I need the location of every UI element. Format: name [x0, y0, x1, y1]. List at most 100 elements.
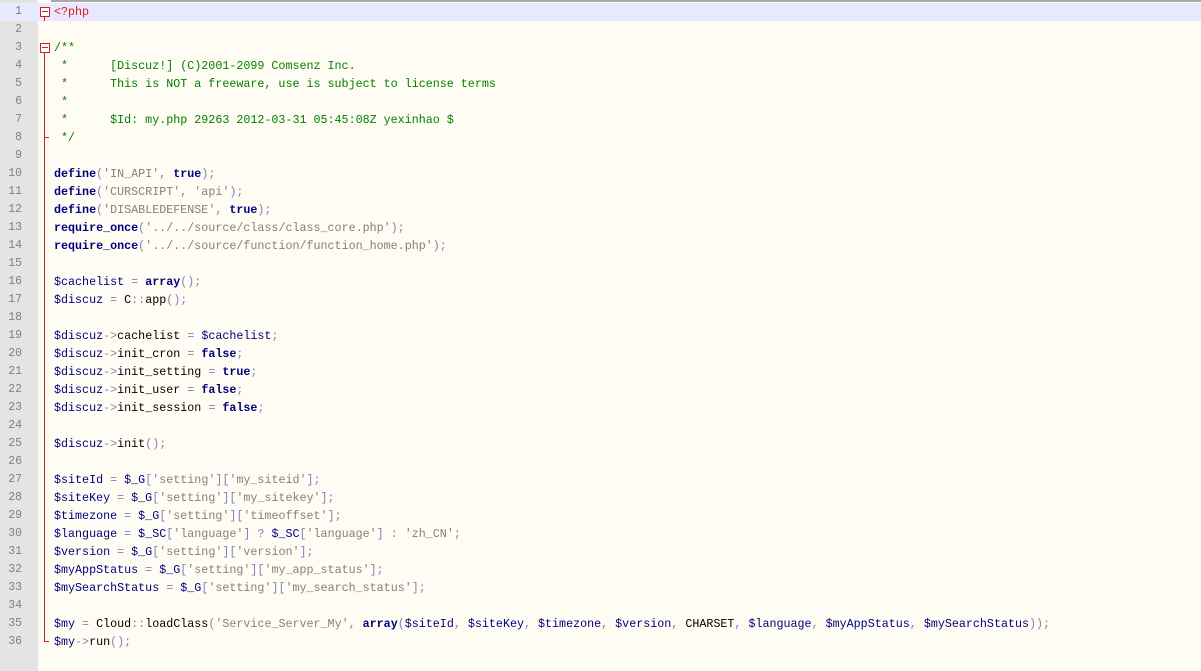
code-token: 'IN_API' [103, 167, 160, 181]
line-number: 10 [8, 167, 22, 180]
code-token: * $Id: my.php 29263 2012-03-31 05:45:08Z… [54, 113, 454, 127]
code-line[interactable]: 23 $discuz->init_session = false; [0, 399, 1201, 417]
code-text[interactable]: $cachelist = array(); [54, 273, 201, 291]
code-token: = [110, 491, 132, 505]
code-line[interactable]: 15 [0, 255, 1201, 273]
line-number: 30 [8, 527, 22, 540]
code-line[interactable]: 27 $siteId = $_G['setting']['my_siteid']; [0, 471, 1201, 489]
fold-collapse-icon[interactable] [40, 7, 50, 17]
code-text[interactable]: /** [54, 39, 75, 57]
fold-guide-line [44, 345, 45, 363]
line-number: 36 [8, 635, 22, 648]
code-text[interactable]: define('CURSCRIPT', 'api'); [54, 183, 243, 201]
code-line[interactable]: 7 * $Id: my.php 29263 2012-03-31 05:45:0… [0, 111, 1201, 129]
code-line[interactable]: 31 $version = $_G['setting']['version']; [0, 543, 1201, 561]
line-number: 15 [8, 257, 22, 270]
code-token: require_once [54, 239, 139, 253]
code-text[interactable]: require_once('../../source/function/func… [54, 237, 447, 255]
code-token: loadClass [145, 617, 209, 631]
code-token: false [201, 383, 237, 397]
code-text[interactable]: */ [54, 129, 75, 147]
code-token: 'timeoffset' [243, 509, 328, 523]
code-text[interactable]: * [54, 93, 68, 111]
code-editor[interactable]: 1 <?php 2 3/** 4 * [Discuz!] (C)2001-2099 Co… [0, 0, 1201, 671]
code-token: array [362, 617, 398, 631]
code-token: = [117, 527, 139, 541]
code-line[interactable]: 14 require_once('../../source/function/fu… [0, 237, 1201, 255]
line-number: 16 [8, 275, 22, 288]
code-text[interactable]: $discuz->init_cron = false; [54, 345, 243, 363]
code-line[interactable]: 20 $discuz->init_cron = false; [0, 345, 1201, 363]
code-text[interactable]: $discuz->init_user = false; [54, 381, 243, 399]
code-line[interactable]: 3 /** [0, 39, 1201, 57]
code-token: ][ [222, 545, 237, 559]
code-text[interactable]: $siteId = $_G['setting']['my_siteid']; [54, 471, 321, 489]
code-token: , [180, 185, 195, 199]
fold-collapse-icon[interactable] [40, 43, 50, 53]
code-line[interactable]: 32 $myAppStatus = $_G['setting']['my_app_… [0, 561, 1201, 579]
code-line[interactable]: 10 define('IN_API', true); [0, 165, 1201, 183]
code-token: $siteKey [467, 617, 524, 631]
code-line[interactable]: 4 * [Discuz!] (C)2001-2099 Comsenz Inc. [0, 57, 1201, 75]
code-line[interactable]: 12 define('DISABLEDEFENSE', true); [0, 201, 1201, 219]
code-text[interactable]: $discuz->init(); [54, 435, 166, 453]
code-text[interactable]: $discuz->cachelist = $cachelist; [54, 327, 278, 345]
code-line[interactable]: 34 [0, 597, 1201, 615]
code-token: /** [54, 41, 76, 55]
code-text[interactable]: $myAppStatus = $_G['setting']['my_app_st… [54, 561, 384, 579]
code-text[interactable]: * This is NOT a freeware, use is subject… [54, 75, 496, 93]
code-line[interactable]: 19 $discuz->cachelist = $cachelist; [0, 327, 1201, 345]
code-text[interactable]: $discuz->init_setting = true; [54, 363, 257, 381]
code-line[interactable]: 30 $language = $_SC['language'] ? $_SC['l… [0, 525, 1201, 543]
code-text[interactable]: <?php [54, 3, 89, 21]
code-line[interactable]: 33 $mySearchStatus = $_G['setting']['my_s… [0, 579, 1201, 597]
code-text[interactable]: $siteKey = $_G['setting']['my_sitekey']; [54, 489, 335, 507]
code-text[interactable]: $version = $_G['setting']['version']; [54, 543, 314, 561]
code-token: , [909, 617, 924, 631]
code-line[interactable]: 21 $discuz->init_setting = true; [0, 363, 1201, 381]
code-text[interactable]: define('DISABLEDEFENSE', true); [54, 201, 271, 219]
code-line[interactable]: 36 $my->run(); [0, 633, 1201, 651]
code-line[interactable]: 5 * This is NOT a freeware, use is subje… [0, 75, 1201, 93]
code-text[interactable]: $mySearchStatus = $_G['setting']['my_sea… [54, 579, 426, 597]
code-text[interactable]: require_once('../../source/class/class_c… [54, 219, 405, 237]
code-text[interactable]: $my->run(); [54, 633, 131, 651]
code-token: define [54, 185, 97, 199]
code-token: , [215, 203, 230, 217]
code-line[interactable]: 24 [0, 417, 1201, 435]
code-text[interactable]: $language = $_SC['language'] ? $_SC['lan… [54, 525, 461, 543]
code-line[interactable]: 1 <?php [0, 3, 1201, 21]
code-line[interactable]: 8 */ [0, 129, 1201, 147]
code-line[interactable]: 25 $discuz->init(); [0, 435, 1201, 453]
code-line[interactable]: 18 [0, 309, 1201, 327]
code-token: ][ [250, 563, 265, 577]
code-line[interactable]: 9 [0, 147, 1201, 165]
code-token: [ [299, 527, 307, 541]
code-text[interactable]: $discuz = C::app(); [54, 291, 187, 309]
code-lines[interactable]: 1 <?php 2 3/** 4 * [Discuz!] (C)2001-2099 Co… [0, 3, 1201, 651]
code-line[interactable]: 26 [0, 453, 1201, 471]
code-line[interactable]: 2 [0, 21, 1201, 39]
code-line[interactable]: 35 $my = Cloud::loadClass ('Service_Server… [0, 615, 1201, 633]
code-text[interactable]: * $Id: my.php 29263 2012-03-31 05:45:08Z… [54, 111, 454, 129]
code-text[interactable]: $timezone = $_G['setting']['timeoffset']… [54, 507, 342, 525]
code-text[interactable]: $discuz->init_session = false; [54, 399, 264, 417]
code-token: -> [103, 383, 118, 397]
code-line[interactable]: 17 $discuz = C::app(); [0, 291, 1201, 309]
code-line[interactable]: 13 require_once('../../source/class/class… [0, 219, 1201, 237]
code-line[interactable]: 16 $cachelist = array(); [0, 273, 1201, 291]
fold-guide-line [44, 543, 45, 561]
code-line[interactable]: 29 $timezone = $_G['setting']['timeoffset… [0, 507, 1201, 525]
code-token: $version [615, 617, 672, 631]
code-text[interactable]: define('IN_API', true); [54, 165, 215, 183]
fold-end-marker [44, 633, 49, 642]
code-line[interactable]: 11 define('CURSCRIPT', 'api'); [0, 183, 1201, 201]
code-text[interactable]: $my = Cloud::loadClass ('Service_Server_M… [54, 615, 1050, 633]
code-line[interactable]: 6 * [0, 93, 1201, 111]
code-line[interactable]: 28 $siteKey = $_G['setting']['my_sitekey'… [0, 489, 1201, 507]
code-token: 'language' [173, 527, 244, 541]
code-token: false [222, 401, 258, 415]
code-text[interactable]: * [Discuz!] (C)2001-2099 Comsenz Inc. [54, 57, 356, 75]
code-token: $discuz [54, 383, 104, 397]
code-line[interactable]: 22 $discuz->init_user = false; [0, 381, 1201, 399]
